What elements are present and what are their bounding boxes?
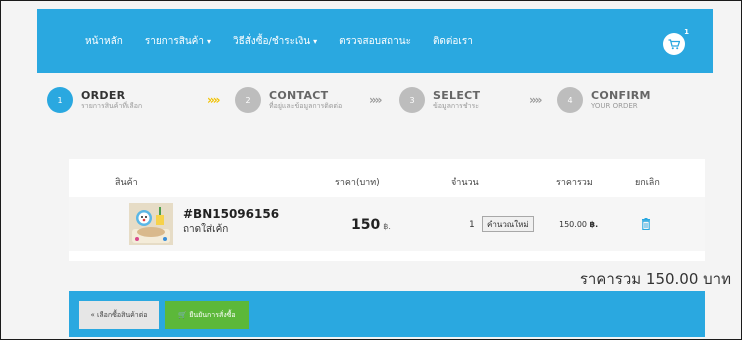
- chevron-down-icon: ▾: [313, 36, 318, 46]
- step-select: 3 SELECT ข้อมูลการชำระ: [399, 87, 480, 113]
- top-navbar: หน้าหลัก รายการสินค้า ▾ วิธีสั่งซื้อ/ชำระ…: [37, 9, 713, 73]
- nav-link-how-to-buy[interactable]: วิธีสั่งซื้อ/ชำระเงิน ▾: [233, 34, 317, 49]
- column-header-total: ราคารวม: [556, 178, 593, 188]
- cart-button[interactable]: 1: [663, 28, 689, 55]
- step-number: 3: [399, 87, 425, 113]
- grand-total: ราคารวม 150.00 บาท: [579, 270, 731, 288]
- step-subtitle: รายการสินค้าที่เลือก: [81, 102, 143, 111]
- checkout-steps: 1 ORDER รายการสินค้าที่เลือก »» 2 CONTAC…: [37, 81, 713, 131]
- step-text: CONTACT ที่อยู่และข้อมูลการติดต่อ: [269, 89, 342, 111]
- step-confirm: 4 CONFIRM YOUR ORDER: [557, 87, 651, 113]
- step-subtitle: ที่อยู่และข้อมูลการติดต่อ: [269, 102, 343, 111]
- step-number: 1: [47, 87, 73, 113]
- nav-link-label: ติดต่อเรา: [432, 35, 473, 47]
- nav-link-label: ตรวจสอบสถานะ: [339, 35, 411, 47]
- step-title: CONTACT: [269, 89, 329, 103]
- continue-shopping-button[interactable]: « เลือกซื้อสินค้าต่อ: [79, 301, 159, 329]
- confirm-order-button[interactable]: 🛒 ยืนยันการสั่งซื้อ: [165, 301, 249, 329]
- step-number: 4: [557, 87, 583, 113]
- line-total-currency: ฿.: [589, 220, 599, 229]
- nav-link-home[interactable]: หน้าหลัก: [85, 34, 123, 49]
- step-text: ORDER รายการสินค้าที่เลือก: [81, 89, 142, 111]
- column-header-cancel: ยกเลิก: [635, 178, 660, 188]
- product-code: #BN15096156: [183, 207, 280, 221]
- step-text: CONFIRM YOUR ORDER: [591, 89, 651, 111]
- product-thumbnail[interactable]: [129, 203, 173, 245]
- nav-link-order-status[interactable]: ตรวจสอบสถานะ: [339, 34, 411, 49]
- table-row: #BN15096156 ถาดใส่เค้ก 150 ฿. 1 คำนวณใหม่…: [69, 197, 705, 251]
- step-arrow-icon: »»: [369, 93, 382, 107]
- unit-price-currency: ฿.: [383, 222, 391, 231]
- line-total-value: 150.00: [559, 220, 587, 229]
- step-arrow-icon: »»: [207, 93, 220, 107]
- chevron-down-icon: ▾: [206, 36, 211, 46]
- step-number: 2: [235, 87, 261, 113]
- nav-link-label: วิธีสั่งซื้อ/ชำระเงิน: [232, 35, 311, 47]
- step-title: SELECT: [433, 89, 481, 103]
- step-subtitle: YOUR ORDER: [591, 102, 638, 111]
- step-arrow-icon: »»: [529, 93, 542, 107]
- step-contact: 2 CONTACT ที่อยู่และข้อมูลการติดต่อ: [235, 87, 342, 113]
- nav-link-products[interactable]: รายการสินค้า ▾: [145, 34, 211, 49]
- product-image: [129, 203, 173, 245]
- cart-icon: [668, 38, 680, 49]
- quantity-value[interactable]: 1: [469, 220, 475, 230]
- line-total: 150.00 ฿.: [559, 220, 598, 229]
- step-order: 1 ORDER รายการสินค้าที่เลือก: [47, 87, 142, 113]
- step-title: ORDER: [81, 89, 126, 103]
- step-text: SELECT ข้อมูลการชำระ: [433, 89, 480, 111]
- product-name: ถาดใส่เค้ก: [183, 224, 229, 235]
- column-header-product: สินค้า: [115, 178, 138, 188]
- nav-menu: หน้าหลัก รายการสินค้า ▾ วิธีสั่งซื้อ/ชำระ…: [85, 9, 495, 73]
- trash-icon[interactable]: [641, 218, 651, 230]
- cart-count-badge: 1: [684, 28, 689, 36]
- table-header: สินค้า ราคา(บาท) จำนวน ราคารวม ยกเลิก: [69, 159, 705, 197]
- nav-link-label: รายการสินค้า: [144, 35, 204, 47]
- cart-actions-bar: « เลือกซื้อสินค้าต่อ 🛒 ยืนยันการสั่งซื้อ: [69, 291, 705, 337]
- nav-link-label: หน้าหลัก: [85, 35, 123, 47]
- page-frame: หน้าหลัก รายการสินค้า ▾ วิธีสั่งซื้อ/ชำระ…: [0, 0, 742, 340]
- column-header-qty: จำนวน: [451, 178, 479, 188]
- cart-table: สินค้า ราคา(บาท) จำนวน ราคารวม ยกเลิก #B…: [69, 159, 705, 261]
- nav-link-contact[interactable]: ติดต่อเรา: [433, 34, 473, 49]
- step-title: CONFIRM: [591, 89, 651, 103]
- step-subtitle: ข้อมูลการชำระ: [433, 102, 480, 111]
- unit-price-value: 150: [351, 217, 381, 233]
- unit-price: 150 ฿.: [351, 217, 391, 233]
- recalculate-button[interactable]: คำนวณใหม่: [482, 216, 534, 232]
- column-header-price: ราคา(บาท): [335, 178, 380, 188]
